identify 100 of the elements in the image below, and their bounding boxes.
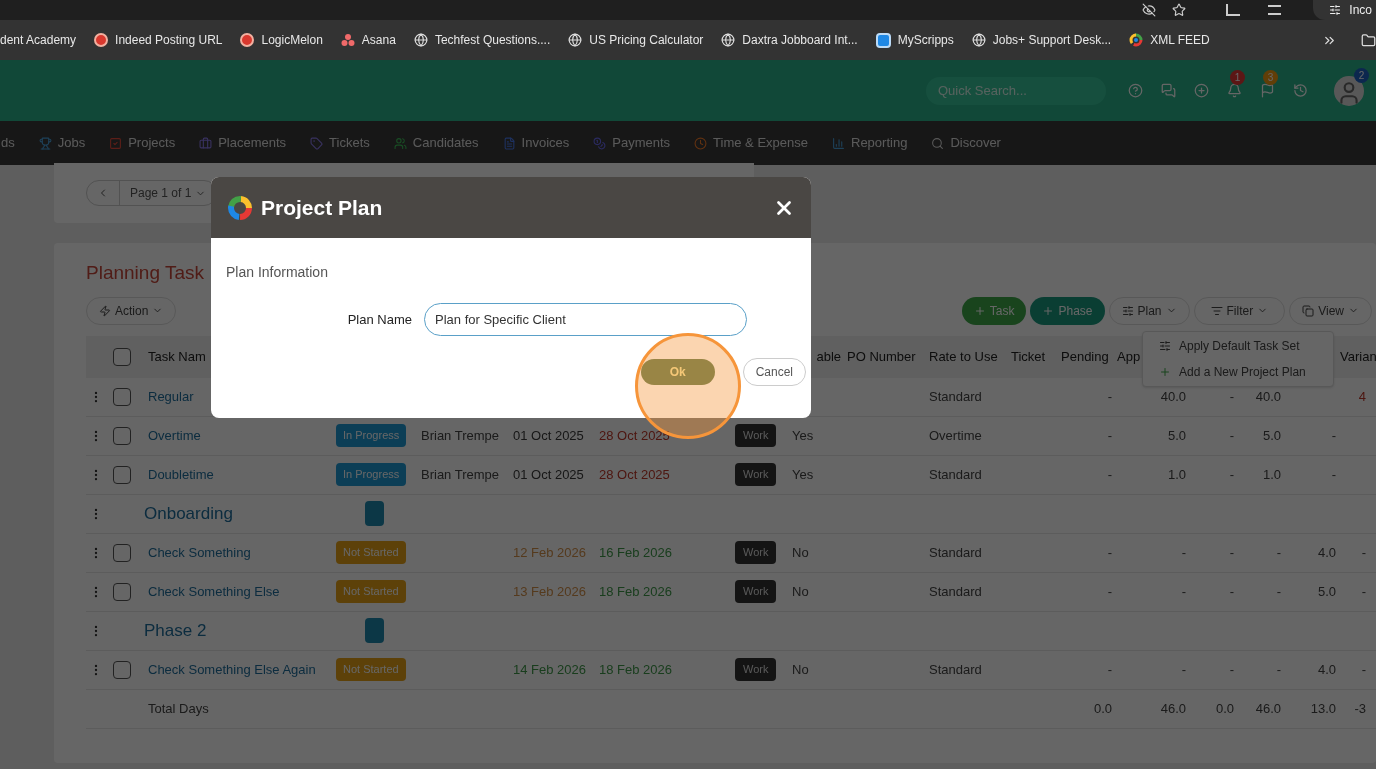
folder-icon[interactable] [1361, 32, 1376, 48]
nav-item[interactable]: Discover [931, 133, 1001, 153]
phase-color-swatch [365, 618, 384, 643]
nav-item[interactable]: Payments [593, 133, 671, 153]
menu-item[interactable]: Add a New Project Plan [1143, 359, 1333, 385]
quick-search-field[interactable]: Quick Search... [926, 76, 1106, 105]
bookmark[interactable]: XML FEED [1129, 31, 1210, 49]
plus-icon [973, 304, 986, 317]
column-header: App [1117, 347, 1141, 366]
help-icon[interactable] [1128, 83, 1143, 98]
chat-icon[interactable] [1161, 83, 1176, 98]
task-link[interactable]: Check Something Else [148, 581, 280, 602]
avatar-badge: 2 [1354, 67, 1369, 83]
notification-badge: 1 [1230, 70, 1245, 85]
plus-icon [1042, 304, 1055, 317]
bookmark[interactable]: Daxtra Jobboard Int... [721, 31, 858, 49]
star-icon[interactable] [1172, 3, 1187, 17]
number-cell-text: 1.0 [1262, 465, 1281, 484]
assignee-name: Brian Trempe [421, 465, 500, 484]
plan-name-field[interactable]: Plan for Specific Client [424, 303, 747, 336]
filter-button[interactable]: Filter [1193, 296, 1286, 325]
eye-off-icon[interactable] [1142, 3, 1157, 17]
approved-value: - [1181, 543, 1186, 562]
add-icon[interactable] [1194, 83, 1209, 98]
pending-value: 0.0 [1093, 699, 1112, 718]
field-label: Plan Name [346, 310, 412, 329]
ok-button[interactable]: Ok [640, 359, 715, 385]
task-link[interactable]: Regular [148, 386, 194, 407]
row-checkbox[interactable] [113, 465, 131, 484]
approved-value: - [1181, 582, 1186, 601]
row-checkbox[interactable] [113, 582, 131, 601]
number-cell-text: 4.0 [1317, 660, 1336, 679]
task-link[interactable]: Check Something Else Again [148, 659, 316, 680]
number-cell-text: - [1331, 465, 1336, 484]
billable-value: No [792, 582, 809, 601]
task-link[interactable]: Overtime [148, 425, 201, 446]
nav-item[interactable]: Reporting [832, 133, 908, 153]
page-select[interactable]: Page 1 of 1 [120, 184, 217, 202]
number-cell-text: - [1276, 660, 1281, 679]
column-header: Varian [1340, 348, 1376, 364]
variance-value: - [1361, 543, 1366, 562]
pending-value: - [1107, 387, 1112, 406]
approved-value: 46.0 [1160, 699, 1186, 718]
status-badge: Not Started [336, 658, 406, 681]
profile-chip[interactable]: Inco [1313, 0, 1376, 20]
bookmark[interactable]: MyScripps [875, 31, 954, 49]
bookmark[interactable]: Asana [340, 31, 396, 49]
nav-item[interactable]: Tickets [310, 133, 370, 153]
clock-icon [694, 136, 708, 150]
bookmark[interactable]: Indeed Posting URL [94, 31, 223, 49]
view-button[interactable]: View [1289, 296, 1372, 325]
bookmark[interactable]: US Pricing Calculator [568, 31, 704, 49]
column-header: Pending [1061, 347, 1109, 366]
plan-button[interactable]: Plan [1108, 296, 1190, 325]
bookmark[interactable]: Jobs+ Support Desk... [971, 31, 1112, 49]
nav-item[interactable]: Invoices [502, 133, 570, 153]
rate-value: Standard [929, 387, 982, 406]
start-date: 14 Feb 2026 [513, 660, 586, 679]
number-cell-text: 40.0 [1255, 387, 1281, 406]
due-date: 18 Feb 2026 [599, 660, 672, 679]
column-header: Rate to Use [929, 347, 998, 366]
nav-item[interactable]: ds [1, 133, 15, 153]
menu-item[interactable]: Apply Default Task Set [1143, 333, 1333, 359]
rate-value: Standard [929, 543, 982, 562]
due-date: 18 Feb 2026 [599, 582, 672, 601]
task-link[interactable]: Doubletime [148, 464, 214, 485]
bookmark[interactable]: Techfest Questions.... [413, 31, 551, 49]
bookmark[interactable]: LogicMelon [240, 31, 323, 49]
trophy-icon [38, 136, 52, 150]
history-icon[interactable] [1293, 83, 1308, 98]
number-cell-text: - [1229, 582, 1234, 601]
phase-color-swatch [365, 501, 384, 526]
nav-item[interactable]: Placements [199, 133, 287, 153]
pending-value: - [1107, 543, 1112, 562]
nav-item[interactable]: Projects [109, 133, 176, 153]
nav-item[interactable]: Candidates [393, 133, 479, 153]
due-date: 16 Feb 2026 [599, 543, 672, 562]
globe-icon [413, 33, 428, 47]
approved-value: - [1181, 660, 1186, 679]
flag-icon[interactable] [1260, 83, 1275, 98]
row-checkbox[interactable] [113, 387, 131, 406]
rate-value: Standard [929, 660, 982, 679]
bookmark[interactable]: dent Academy [0, 31, 77, 49]
nav-item[interactable]: Jobs [38, 133, 86, 153]
bell-icon[interactable] [1227, 83, 1242, 98]
task-link[interactable]: Check Something [148, 542, 251, 563]
row-checkbox[interactable] [113, 426, 131, 445]
add-phase-button[interactable]: Phase [1030, 296, 1105, 325]
coins-icon [593, 136, 607, 150]
row-checkbox[interactable] [113, 543, 131, 562]
start-date: 12 Feb 2026 [513, 543, 586, 562]
nav-item[interactable]: Time & Expense [694, 133, 808, 153]
select-all-checkbox[interactable] [113, 347, 131, 366]
document-icon [502, 136, 516, 150]
checkbox-icon [109, 136, 123, 150]
type-badge: Work [735, 424, 777, 447]
add-task-button[interactable]: Task [961, 296, 1027, 325]
logo-icon [227, 194, 253, 221]
cancel-button[interactable]: Cancel [742, 358, 806, 386]
row-checkbox[interactable] [113, 660, 131, 679]
